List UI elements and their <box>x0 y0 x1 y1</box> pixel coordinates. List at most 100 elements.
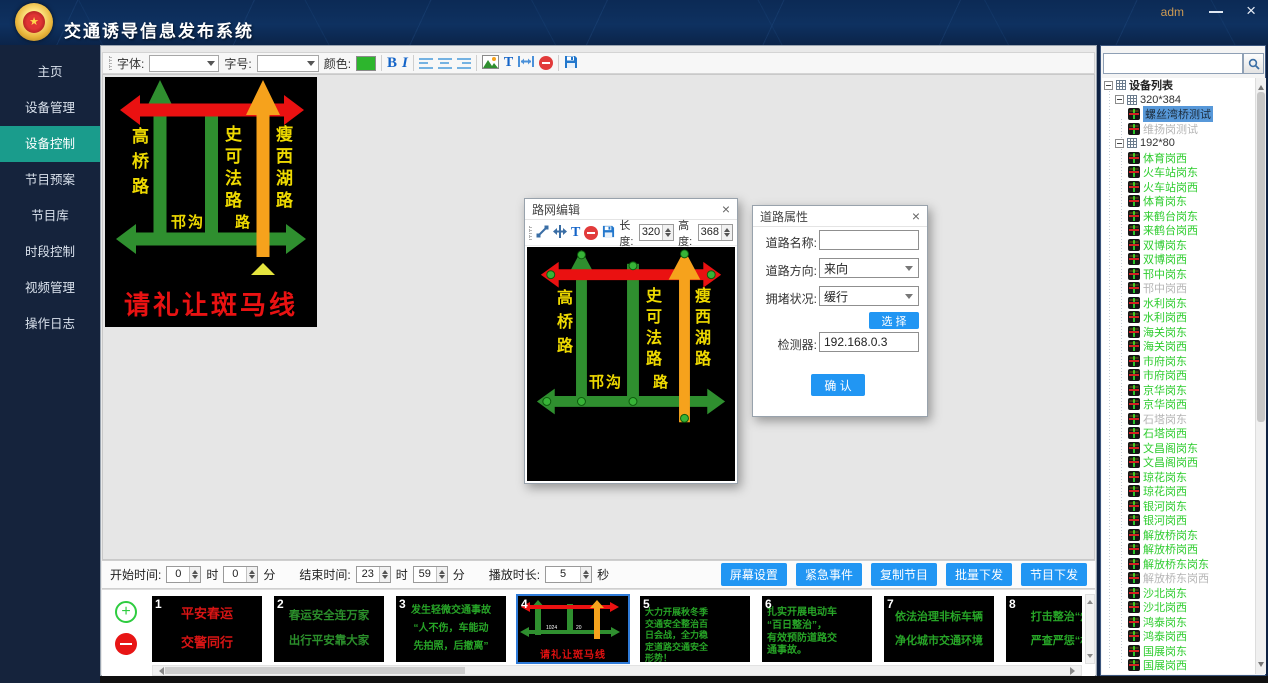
select-button[interactable]: 选 择 <box>869 312 919 329</box>
tree-device-item[interactable]: 市府岗西 <box>1102 368 1255 383</box>
program-thumbnail[interactable]: 2春运安全连万家出行平安靠大家 <box>274 596 384 662</box>
tree-device-item[interactable]: 解放桥东岗西 <box>1102 571 1255 586</box>
delete-icon[interactable] <box>539 56 553 70</box>
tree-device-item[interactable]: 琼花岗西 <box>1102 484 1255 499</box>
text-tool-icon[interactable]: T <box>504 55 513 71</box>
tree-device-item[interactable]: 双博岗东 <box>1102 238 1255 253</box>
tree-device-item[interactable]: 市府岗东 <box>1102 354 1255 369</box>
program-thumbnail[interactable]: 1平安春运交警同行 <box>152 596 262 662</box>
device-tree-scrollbar[interactable] <box>1255 78 1266 674</box>
tree-device-item[interactable]: 螺丝湾桥测试 <box>1102 107 1255 122</box>
sidebar-item[interactable]: 主页 <box>0 54 100 90</box>
length-input[interactable]: 320 <box>639 224 674 241</box>
tree-device-item[interactable]: 海关岗东 <box>1102 325 1255 340</box>
align-right-icon[interactable] <box>457 58 471 69</box>
delete-program-button[interactable] <box>115 633 137 655</box>
font-select[interactable] <box>149 55 219 72</box>
add-program-button[interactable]: + <box>115 601 137 623</box>
tree-device-item[interactable]: 石塔岗西 <box>1102 426 1255 441</box>
confirm-button[interactable]: 确 认 <box>811 374 865 396</box>
tree-device-item[interactable]: 石塔岗东 <box>1102 412 1255 427</box>
tree-device-item[interactable]: 文昌阁岗东 <box>1102 441 1255 456</box>
scrollbar-thumb[interactable] <box>1257 92 1265 422</box>
tree-device-item[interactable]: 来鹤台岗东 <box>1102 209 1255 224</box>
spinner-arrows[interactable] <box>580 567 591 582</box>
tree-device-item[interactable]: 来鹤台岗西 <box>1102 223 1255 238</box>
expander-icon[interactable] <box>1104 81 1113 90</box>
italic-icon[interactable]: I <box>402 55 408 72</box>
program-thumbnail[interactable]: 5大力开展秋冬季交通安全整治百日会战，全力稳定道路交通安全形势！ <box>640 596 750 662</box>
tree-device-item[interactable]: 火车站岗东 <box>1102 165 1255 180</box>
sidebar-item[interactable]: 操作日志 <box>0 306 100 342</box>
tree-device-item[interactable]: 银河岗西 <box>1102 513 1255 528</box>
close-icon[interactable]: × <box>912 209 920 223</box>
tree-device-item[interactable]: 海关岗西 <box>1102 339 1255 354</box>
spinner-arrows[interactable] <box>189 567 200 582</box>
tree-device-item[interactable]: 国展岗东 <box>1102 644 1255 659</box>
close-icon[interactable]: × <box>1246 2 1256 19</box>
close-icon[interactable]: × <box>722 202 730 216</box>
tree-group[interactable]: 192*80 <box>1102 136 1255 151</box>
action-button[interactable]: 屏幕设置 <box>721 563 787 586</box>
dialog-titlebar[interactable]: 道路属性 × <box>753 206 927 227</box>
tree-device-item[interactable]: 邗中岗东 <box>1102 267 1255 282</box>
action-button[interactable]: 批量下发 <box>946 563 1012 586</box>
duration-input[interactable]: 5 <box>545 566 592 583</box>
start-hour-input[interactable]: 0 <box>166 566 201 583</box>
tree-device-item[interactable]: 沙北岗西 <box>1102 600 1255 615</box>
spinner-arrows[interactable] <box>721 225 732 240</box>
tree-device-item[interactable]: 京华岗东 <box>1102 383 1255 398</box>
tree-device-item[interactable]: 国展岗西 <box>1102 658 1255 673</box>
tree-device-item[interactable]: 银河岗东 <box>1102 499 1255 514</box>
insert-image-icon[interactable] <box>482 55 499 72</box>
save-icon[interactable] <box>602 225 615 241</box>
spinner-arrows[interactable] <box>436 567 447 582</box>
program-thumbnail[interactable]: 6扎实开展电动车“百日整治”，有效预防道路交通事故。 <box>762 596 872 662</box>
start-minute-input[interactable]: 0 <box>223 566 258 583</box>
program-thumbnail[interactable]: 7依法治理非标车辆净化城市交通环境 <box>884 596 994 662</box>
align-center-icon[interactable] <box>438 58 452 69</box>
sidebar-item[interactable]: 设备管理 <box>0 90 100 126</box>
color-swatch[interactable] <box>356 56 376 71</box>
thumbnail-vscrollbar[interactable] <box>1085 594 1095 664</box>
sign-preview[interactable]: 高桥路 史可法路 瘦西湖路 邗沟 路 请礼让斑马线 <box>105 77 317 327</box>
road-name-input[interactable] <box>819 230 919 250</box>
toolbar-grip-icon[interactable] <box>109 56 112 70</box>
height-input[interactable]: 368 <box>698 224 733 241</box>
thumbnail-hscrollbar[interactable] <box>152 665 1082 676</box>
tree-device-item[interactable]: 琼花岗东 <box>1102 470 1255 485</box>
tree-device-item[interactable]: 水利岗西 <box>1102 310 1255 325</box>
end-hour-input[interactable]: 23 <box>356 566 391 583</box>
fit-width-icon[interactable] <box>518 55 534 71</box>
road-tool-icon[interactable] <box>553 225 567 241</box>
minimize-icon[interactable] <box>1207 4 1225 18</box>
sidebar-item[interactable]: 时段控制 <box>0 234 100 270</box>
action-button[interactable]: 紧急事件 <box>796 563 862 586</box>
program-thumbnail[interactable]: 3发生轻微交通事故“人不伤，车能动先拍照，后撤离” <box>396 596 506 662</box>
tree-device-item[interactable]: 沙北岗东 <box>1102 586 1255 601</box>
tree-device-item[interactable]: 维扬岗测试 <box>1102 122 1255 137</box>
congestion-select[interactable]: 缓行 <box>819 286 919 306</box>
text-tool-icon[interactable]: T <box>571 225 580 241</box>
sidebar-item[interactable]: 视频管理 <box>0 270 100 306</box>
program-thumbnail[interactable]: 8打击整治“炸严查严惩“机 <box>1006 596 1082 662</box>
program-thumbnail[interactable]: 4 1024 20 请礼让斑马线 <box>518 596 628 662</box>
tree-device-item[interactable]: 体育岗西 <box>1102 151 1255 166</box>
action-button[interactable]: 复制节目 <box>871 563 937 586</box>
expander-icon[interactable] <box>1115 139 1124 148</box>
sidebar-item[interactable]: 节目预案 <box>0 162 100 198</box>
spinner-arrows[interactable] <box>662 225 673 240</box>
size-select[interactable] <box>257 55 319 72</box>
action-button[interactable]: 节目下发 <box>1021 563 1087 586</box>
sidebar-item[interactable]: 设备控制 <box>0 126 100 162</box>
save-icon[interactable] <box>564 55 578 72</box>
device-search-input[interactable] <box>1103 53 1243 74</box>
tree-device-item[interactable]: 解放桥东岗东 <box>1102 557 1255 572</box>
editor-canvas[interactable]: 高桥路 史可法路 瘦西湖路 邗沟 路 <box>527 247 735 481</box>
tree-device-item[interactable]: 邗中岗西 <box>1102 281 1255 296</box>
delete-icon[interactable] <box>584 226 598 240</box>
tree-device-item[interactable]: 京华岗西 <box>1102 397 1255 412</box>
tree-group[interactable]: 320*384 <box>1102 93 1255 108</box>
tree-device-item[interactable]: 解放桥岗西 <box>1102 542 1255 557</box>
sidebar-item[interactable]: 节目库 <box>0 198 100 234</box>
